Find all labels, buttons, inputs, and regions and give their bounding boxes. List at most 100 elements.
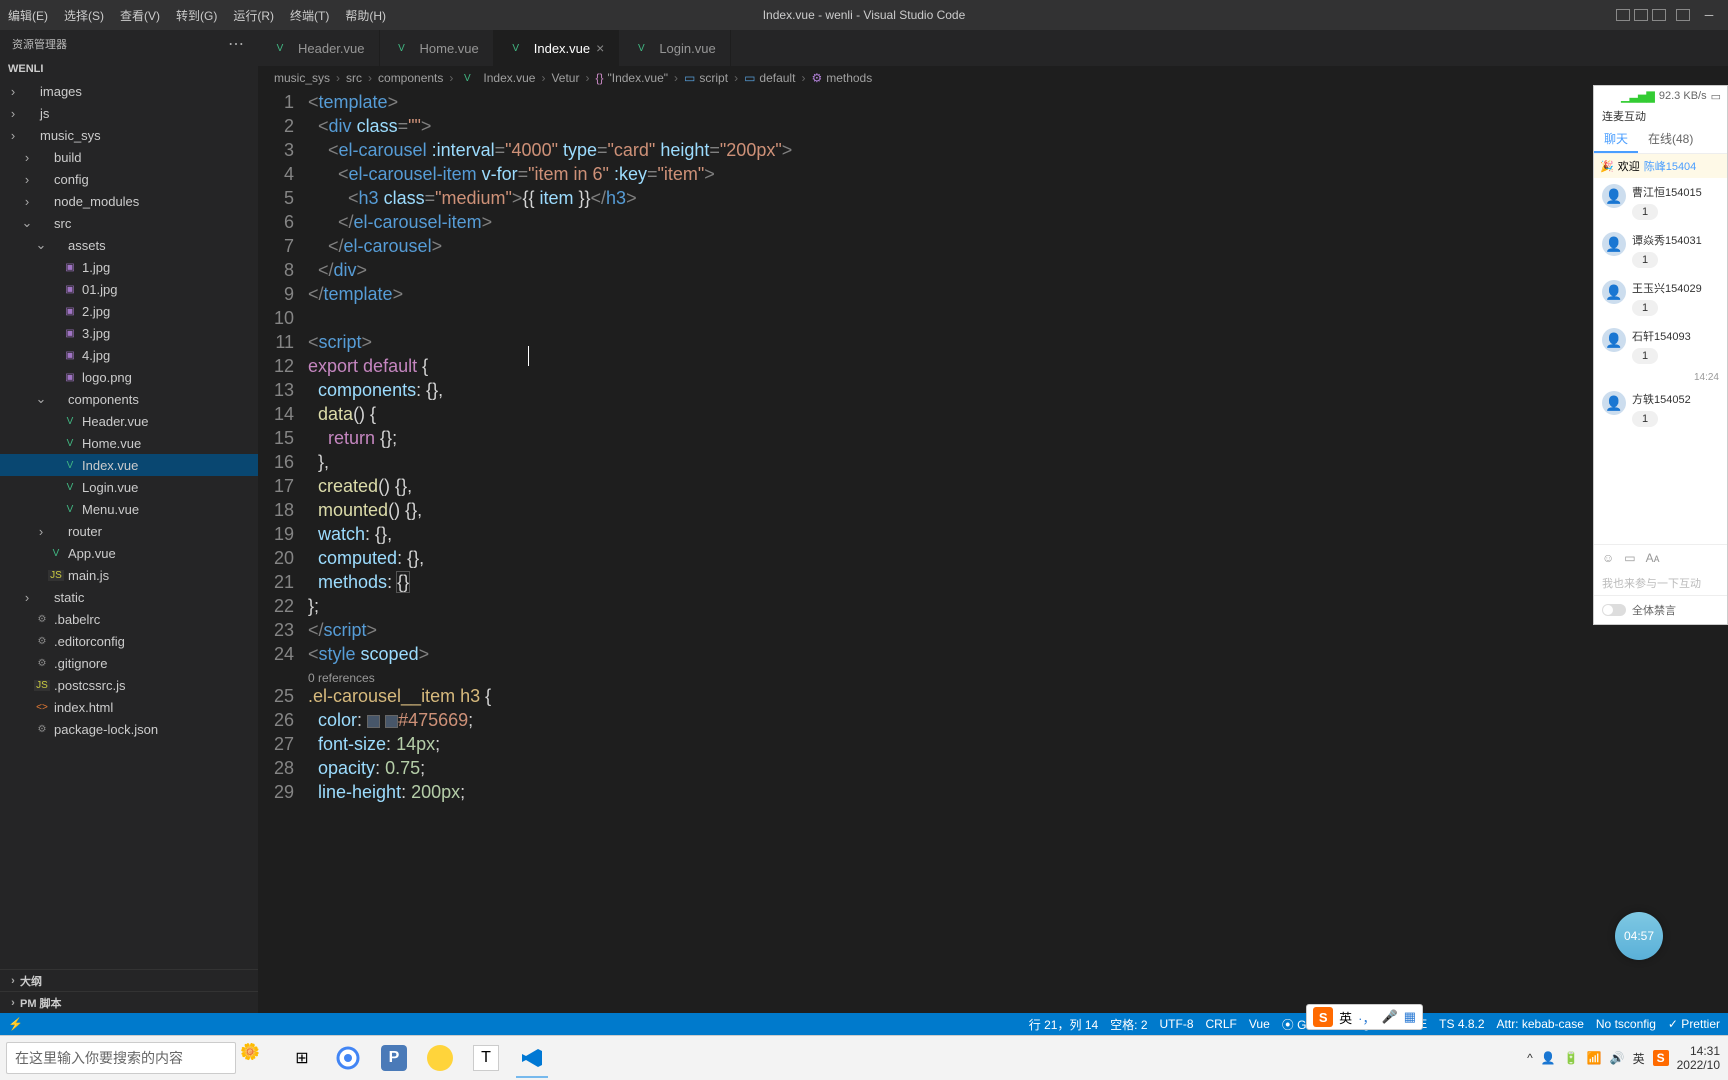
tree-item--babelrc[interactable]: ⚙.babelrc	[0, 608, 258, 630]
tree-item-src[interactable]: ⌄src	[0, 212, 258, 234]
chat-input[interactable]: 我也来参与一下互动	[1594, 571, 1727, 595]
taskbar-search[interactable]: 在这里输入你要搜索的内容	[6, 1042, 236, 1074]
status-item-0[interactable]: 行 21，列 14	[1029, 1016, 1098, 1033]
ime-punct[interactable]: ·，	[1358, 1008, 1375, 1027]
breadcrumbs[interactable]: music_sys›src›components›VIndex.vue›Vetu…	[258, 66, 1728, 90]
ime-menu-icon[interactable]: ▦	[1404, 1009, 1416, 1025]
menu-terminal[interactable]: 终端(T)	[282, 7, 337, 24]
crumb-7[interactable]: ▭ default	[744, 71, 795, 85]
tree-item-package-lock-json[interactable]: ⚙package-lock.json	[0, 718, 258, 740]
crumb-4[interactable]: Vetur	[551, 71, 579, 85]
tree-item-components[interactable]: ⌄components	[0, 388, 258, 410]
task-view-icon[interactable]: ⊞	[282, 1038, 322, 1078]
menu-view[interactable]: 查看(V)	[112, 7, 168, 24]
crumb-1[interactable]: src	[346, 71, 362, 85]
tree-item--editorconfig[interactable]: ⚙.editorconfig	[0, 630, 258, 652]
close-icon[interactable]: ×	[596, 40, 604, 56]
mute-toggle[interactable]	[1602, 604, 1626, 616]
more-icon[interactable]: ⋯	[228, 34, 246, 54]
text-app-icon[interactable]: T	[466, 1038, 506, 1078]
image-icon[interactable]: ▭	[1624, 551, 1635, 565]
menu-goto[interactable]: 转到(G)	[168, 7, 225, 24]
tab-Home-vue[interactable]: VHome.vue	[380, 30, 494, 66]
status-item-3[interactable]: CRLF	[1206, 1017, 1237, 1031]
emoji-icon[interactable]: ☺	[1602, 551, 1614, 565]
tree-item-3-jpg[interactable]: ▣3.jpg	[0, 322, 258, 344]
chrome-icon[interactable]	[328, 1038, 368, 1078]
tree-item-js[interactable]: ›js	[0, 102, 258, 124]
ime-lang[interactable]: 英	[1339, 1008, 1352, 1027]
tab-Login-vue[interactable]: VLogin.vue	[619, 30, 730, 66]
tray-sogou-icon[interactable]: S	[1653, 1051, 1669, 1065]
vscode-icon[interactable]	[512, 1038, 552, 1078]
menu-select[interactable]: 选择(S)	[56, 7, 112, 24]
tree-item--gitignore[interactable]: ⚙.gitignore	[0, 652, 258, 674]
timer-bubble[interactable]: 04:57	[1615, 912, 1663, 960]
tray-people-icon[interactable]: 👤	[1541, 1051, 1556, 1065]
tree-item-Menu-vue[interactable]: VMenu.vue	[0, 498, 258, 520]
layout-icons[interactable]	[1616, 9, 1666, 21]
chat-tab-chat[interactable]: 聊天	[1594, 126, 1638, 153]
status-bolt-icon[interactable]: ⚡	[8, 1017, 23, 1031]
welcome-user-link[interactable]: 陈峰15404	[1644, 158, 1697, 174]
tree-item-Header-vue[interactable]: VHeader.vue	[0, 410, 258, 432]
ime-bar[interactable]: S 英 ·， 🎤 ▦	[1306, 1004, 1423, 1030]
tray-wifi-icon[interactable]: 📶	[1587, 1051, 1602, 1065]
tree-item-App-vue[interactable]: VApp.vue	[0, 542, 258, 564]
tree-item-assets[interactable]: ⌄assets	[0, 234, 258, 256]
tab-Index-vue[interactable]: VIndex.vue×	[494, 30, 620, 66]
tree-item-images[interactable]: ›images	[0, 80, 258, 102]
npm-scripts-section[interactable]: ›PM 脚本	[0, 991, 258, 1013]
menu-run[interactable]: 运行(R)	[225, 7, 282, 24]
crumb-3[interactable]: VIndex.vue	[459, 71, 535, 85]
minimize-icon[interactable]: ─	[1700, 8, 1718, 22]
layout-icon-2[interactable]	[1676, 9, 1690, 21]
chat-tab-online[interactable]: 在线(48)	[1638, 126, 1703, 153]
status-item-4[interactable]: Vue	[1249, 1017, 1270, 1031]
font-icon[interactable]: Aᴀ	[1646, 551, 1660, 565]
tree-item-Login-vue[interactable]: VLogin.vue	[0, 476, 258, 498]
tree-item-01-jpg[interactable]: ▣01.jpg	[0, 278, 258, 300]
status-item-9[interactable]: No tsconfig	[1596, 1017, 1656, 1031]
menu-help[interactable]: 帮助(H)	[337, 7, 394, 24]
status-item-8[interactable]: Attr: kebab-case	[1497, 1017, 1584, 1031]
tree-item-build[interactable]: ›build	[0, 146, 258, 168]
tree-item-main-js[interactable]: JSmain.js	[0, 564, 258, 586]
tray-up-icon[interactable]: ^	[1527, 1051, 1533, 1065]
cortana-icon[interactable]: 🌼	[240, 1042, 272, 1074]
status-item-10[interactable]: ✓ Prettier	[1668, 1017, 1720, 1031]
tray-ime-icon[interactable]: 英	[1633, 1050, 1645, 1067]
tree-item-index-html[interactable]: <>index.html	[0, 696, 258, 718]
crumb-5[interactable]: {} "Index.vue"	[595, 71, 668, 85]
crumb-8[interactable]: ⚙ methods	[811, 71, 872, 85]
status-item-1[interactable]: 空格: 2	[1110, 1016, 1147, 1033]
tree-item-Home-vue[interactable]: VHome.vue	[0, 432, 258, 454]
tree-item-config[interactable]: ›config	[0, 168, 258, 190]
tree-item-music_sys[interactable]: ›music_sys	[0, 124, 258, 146]
music-app-icon[interactable]	[420, 1038, 460, 1078]
status-item-7[interactable]: TS 4.8.2	[1439, 1017, 1484, 1031]
tray-volume-icon[interactable]: 🔊	[1610, 1051, 1625, 1065]
crumb-0[interactable]: music_sys	[274, 71, 330, 85]
crumb-2[interactable]: components	[378, 71, 443, 85]
outline-section[interactable]: ›大纲	[0, 969, 258, 991]
tray-battery-icon[interactable]: 🔋	[1564, 1051, 1579, 1065]
tree-item-static[interactable]: ›static	[0, 586, 258, 608]
tree-item-1-jpg[interactable]: ▣1.jpg	[0, 256, 258, 278]
tree-item-4-jpg[interactable]: ▣4.jpg	[0, 344, 258, 366]
project-name[interactable]: WENLI	[0, 58, 258, 80]
bookmark-icon[interactable]: ▭	[1711, 90, 1721, 103]
taskbar-clock[interactable]: 14:31 2022/10	[1677, 1044, 1720, 1072]
code-editor[interactable]: 1234567891011121314151617181920212223242…	[258, 90, 1728, 1013]
tree-item--postcssrc-js[interactable]: JS.postcssrc.js	[0, 674, 258, 696]
tree-item-router[interactable]: ›router	[0, 520, 258, 542]
app-p-icon[interactable]: P	[374, 1038, 414, 1078]
tree-item-logo-png[interactable]: ▣logo.png	[0, 366, 258, 388]
crumb-6[interactable]: ▭ script	[684, 71, 728, 85]
ime-mic-icon[interactable]: 🎤	[1382, 1009, 1398, 1025]
tree-item-node_modules[interactable]: ›node_modules	[0, 190, 258, 212]
tree-item-Index-vue[interactable]: VIndex.vue	[0, 454, 258, 476]
menu-edit[interactable]: 编辑(E)	[0, 7, 56, 24]
tree-item-2-jpg[interactable]: ▣2.jpg	[0, 300, 258, 322]
status-item-2[interactable]: UTF-8	[1160, 1017, 1194, 1031]
